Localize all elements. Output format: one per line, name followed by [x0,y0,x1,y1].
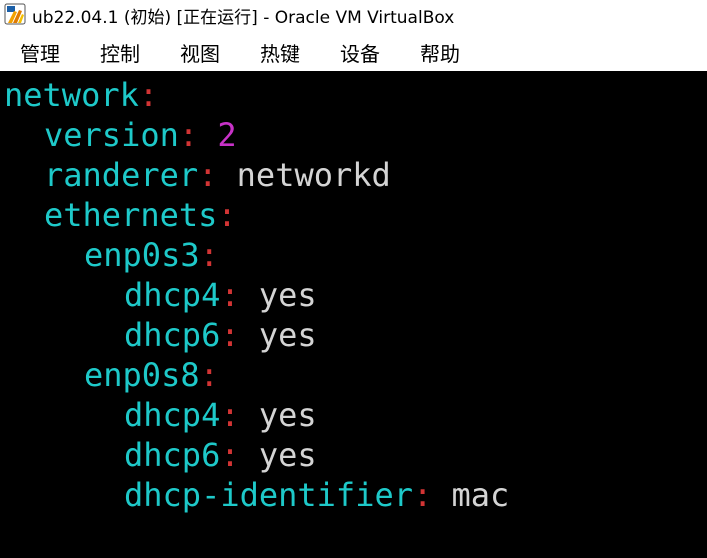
yaml-value: yes [258,436,317,474]
menu-bar: 管理 控制 视图 热键 设备 帮助 [0,28,707,71]
yaml-colon: : [199,236,219,274]
yaml-colon: : [412,476,433,514]
yaml-key: dhcp4 [124,396,221,434]
yaml-value: yes [258,276,317,314]
yaml-colon: : [198,156,218,194]
menu-view[interactable]: 视图 [180,38,220,67]
virtualbox-window: ub22.04.1 (初始) [正在运行] - Oracle VM Virtua… [0,0,707,558]
yaml-colon: : [220,276,240,314]
title-bar[interactable]: ub22.04.1 (初始) [正在运行] - Oracle VM Virtua… [0,0,707,28]
yaml-key: dhcp4 [124,276,221,314]
yaml-line: dhcp6: yes [124,315,317,355]
yaml-value: networkd [236,156,391,194]
yaml-line: dhcp6: yes [124,435,317,475]
yaml-colon: : [220,396,240,434]
yaml-line: version: 2 [44,115,237,155]
yaml-key: dhcp6 [124,316,221,354]
vm-console-screen[interactable]: network: version: 2 randerer: networkd ethe… [0,71,707,558]
yaml-colon: : [217,196,237,234]
menu-help[interactable]: 帮助 [420,38,460,67]
yaml-colon: : [138,76,159,114]
yaml-value: yes [258,396,317,434]
menu-hotkeys[interactable]: 热键 [260,38,300,67]
yaml-key: ethernets [44,196,218,234]
menu-devices[interactable]: 设备 [340,38,380,67]
yaml-line: dhcp4: yes [124,275,317,315]
yaml-colon: : [220,436,240,474]
yaml-colon: : [199,356,219,394]
menu-manage[interactable]: 管理 [20,38,60,67]
yaml-key: enp0s8 [84,356,200,394]
menu-control[interactable]: 控制 [100,38,140,67]
yaml-key: network [4,76,139,114]
yaml-key: version [44,116,179,154]
yaml-key: randerer [44,156,199,194]
yaml-key: dhcp-identifier [124,476,413,514]
yaml-key: dhcp6 [124,436,221,474]
yaml-value: mac [451,476,510,514]
virtualbox-app-icon[interactable] [4,3,26,25]
yaml-key: enp0s3 [84,236,200,274]
window-title: ub22.04.1 (初始) [正在运行] - Oracle VM Virtua… [32,8,455,28]
yaml-value: 2 [217,116,237,154]
yaml-value: yes [258,316,317,354]
yaml-line: network: [4,75,158,115]
yaml-line: dhcp4: yes [124,395,317,435]
yaml-line: enp0s3: [84,235,219,275]
yaml-line: randerer: networkd [44,155,391,195]
yaml-line: dhcp-identifier: mac [124,475,509,515]
yaml-line: ethernets: [44,195,237,235]
yaml-colon: : [178,116,199,154]
yaml-line: enp0s8: [84,355,219,395]
yaml-colon: : [220,316,240,354]
